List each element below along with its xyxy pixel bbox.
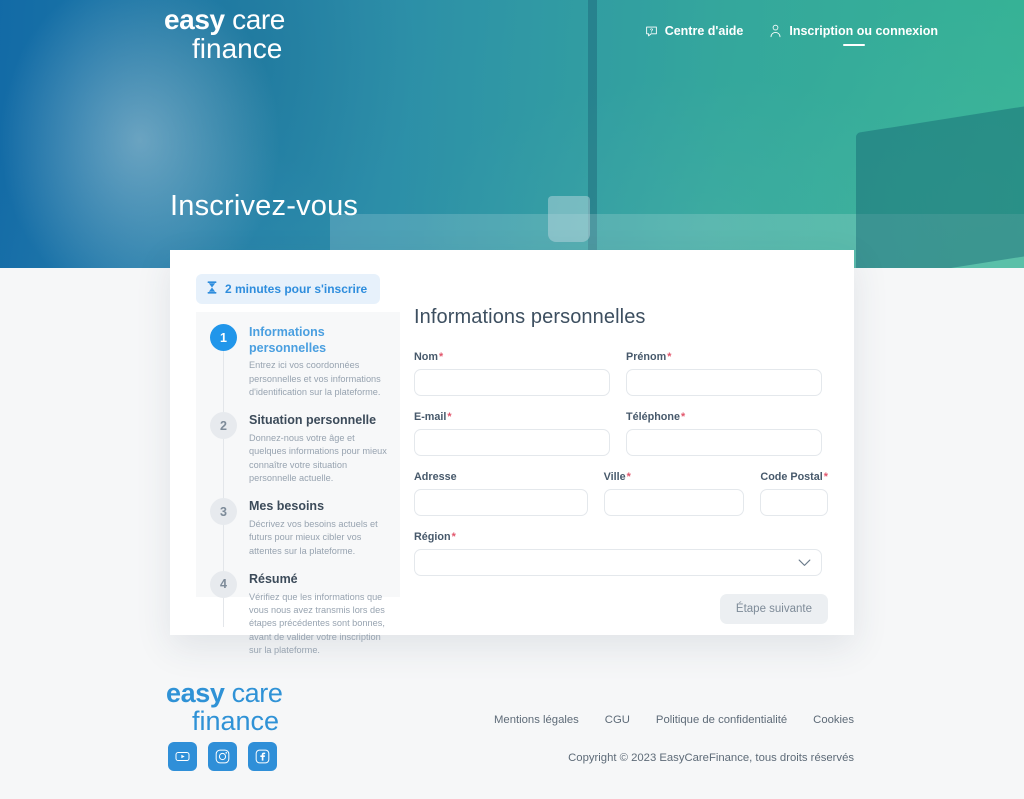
form-heading: Informations personnelles: [414, 306, 646, 328]
label-adresse: Adresse: [414, 471, 457, 483]
footer-logo-word-easy: easy: [166, 678, 225, 708]
label-region: Région*: [414, 531, 456, 543]
step-number-badge: 2: [210, 412, 237, 440]
hero-photo-mug: [548, 196, 590, 242]
site-logo[interactable]: easy care finance: [164, 4, 285, 64]
required-marker: *: [626, 471, 631, 483]
nom-input[interactable]: [414, 369, 610, 396]
step-title: Mes besoins: [249, 499, 325, 514]
required-marker: *: [451, 531, 456, 543]
required-marker: *: [667, 351, 672, 363]
step-title: Situation personnelle: [249, 413, 377, 428]
footer-logo-word-finance: finance: [192, 705, 280, 736]
step-description: Décrivez vos besoins actuels et futurs p…: [249, 518, 378, 556]
stepper-panel: 1 Informations personnelles Entrez ici v…: [196, 312, 400, 655]
svg-text:?: ?: [649, 28, 653, 34]
label-nom: Nom*: [414, 351, 444, 363]
step-number-badge: 1: [210, 324, 237, 351]
nav-item-label: Centre d'aide: [664, 24, 744, 38]
form-row-address: Adresse Ville* Code Postal*: [414, 471, 828, 516]
next-step-button[interactable]: Étape suivante: [719, 594, 828, 624]
ville-input[interactable]: [603, 489, 745, 516]
step-description: Vérifiez que les informations que vous n…: [249, 591, 385, 655]
logo-word-easy: easy: [164, 4, 225, 35]
chevron-down-icon: [798, 558, 811, 567]
step-title: Informations personnelles: [249, 325, 327, 355]
nav-item-inscription-connexion[interactable]: Inscription ou connexion: [769, 24, 938, 46]
label-prenom: Prénom*: [626, 351, 672, 363]
required-marker: *: [439, 351, 444, 363]
stepper-step-1[interactable]: 1 Informations personnelles Entrez ici v…: [210, 324, 388, 399]
field-ville: Ville*: [603, 471, 745, 516]
required-marker: *: [447, 411, 452, 423]
form-actions: Étape suivante: [414, 594, 828, 624]
field-region: Région*: [414, 531, 822, 576]
logo-word-finance: finance: [192, 32, 283, 64]
hero-banner: easy care finance ? Centre d'aide Inscri…: [0, 0, 1024, 268]
prenom-input[interactable]: [626, 369, 822, 396]
form-row-contact: E-mail* Téléphone*: [414, 411, 828, 456]
step-title: Résumé: [249, 571, 298, 586]
youtube-icon[interactable]: [168, 742, 197, 771]
field-email: E-mail*: [414, 411, 610, 456]
logo-word-care: care: [232, 4, 285, 35]
label-telephone: Téléphone*: [626, 411, 686, 423]
code-postal-input[interactable]: [760, 489, 828, 516]
field-prenom: Prénom*: [626, 351, 822, 396]
field-nom: Nom*: [414, 351, 610, 396]
user-icon: [769, 24, 782, 38]
form-row-region: Région*: [414, 531, 828, 576]
footer-logo[interactable]: easy care finance: [166, 678, 283, 736]
adresse-input[interactable]: [414, 489, 588, 516]
footer-link-politique-confidentialite[interactable]: Politique de confidentialité: [656, 714, 787, 726]
time-badge: 2 minutes pour s'inscrire: [196, 274, 381, 304]
stepper-step-4[interactable]: 4 Résumé Vérifiez que les informations q…: [210, 570, 388, 657]
registration-page: easy care finance ? Centre d'aide Inscri…: [0, 0, 1024, 799]
facebook-icon[interactable]: [248, 742, 277, 771]
field-code-postal: Code Postal*: [760, 471, 828, 516]
footer-link-cgu[interactable]: CGU: [605, 714, 630, 726]
registration-card: 2 minutes pour s'inscrire 1 Informations…: [170, 250, 854, 655]
step-number-badge: 3: [210, 498, 237, 526]
step-description: Donnez-nous votre âge et quelques inform…: [249, 432, 387, 483]
email-input[interactable]: [414, 429, 610, 456]
instagram-icon[interactable]: [208, 742, 237, 771]
step-description: Entrez ici vos coordonnées personnelles …: [249, 360, 381, 397]
field-telephone: Téléphone*: [626, 411, 822, 456]
personal-info-form: Informations personnelles Nom* Prénom* E…: [414, 306, 828, 624]
stepper-step-2[interactable]: 2 Situation personnelle Donnez-nous votr…: [210, 412, 388, 485]
label-email: E-mail*: [414, 411, 452, 423]
stepper-list: 1 Informations personnelles Entrez ici v…: [210, 324, 388, 657]
site-footer: easy care finance Mentions légales CGU P…: [0, 660, 1024, 799]
field-adresse: Adresse: [414, 471, 588, 516]
site-header: easy care finance ? Centre d'aide Inscri…: [0, 0, 1024, 80]
time-badge-label: 2 minutes pour s'inscrire: [225, 282, 368, 296]
required-marker: *: [823, 471, 828, 483]
footer-link-mentions-legales[interactable]: Mentions légales: [494, 714, 579, 726]
footer-link-cookies[interactable]: Cookies: [813, 714, 854, 726]
nav-active-underline: [842, 44, 865, 46]
hourglass-icon: [207, 281, 217, 297]
nav-item-centre-aide[interactable]: ? Centre d'aide: [645, 24, 744, 42]
stepper-step-3[interactable]: 3 Mes besoins Décrivez vos besoins actue…: [210, 498, 388, 558]
header-nav: ? Centre d'aide Inscription ou connexion: [645, 24, 938, 46]
footer-logo-word-care: care: [231, 678, 283, 708]
form-row-name: Nom* Prénom*: [414, 351, 828, 396]
page-title: Inscrivez-vous: [170, 190, 359, 222]
help-bubble-icon: ?: [645, 25, 658, 38]
copyright-text: Copyright © 2023 EasyCareFinance, tous d…: [568, 752, 854, 764]
footer-links: Mentions légales CGU Politique de confid…: [494, 714, 854, 726]
required-marker: *: [681, 411, 686, 423]
label-code-postal: Code Postal*: [760, 471, 828, 483]
step-number-badge: 4: [210, 570, 237, 598]
telephone-input[interactable]: [626, 429, 822, 456]
social-links: [168, 742, 277, 771]
nav-item-label: Inscription ou connexion: [789, 24, 938, 38]
label-ville: Ville*: [603, 471, 631, 483]
region-select[interactable]: [414, 549, 822, 576]
